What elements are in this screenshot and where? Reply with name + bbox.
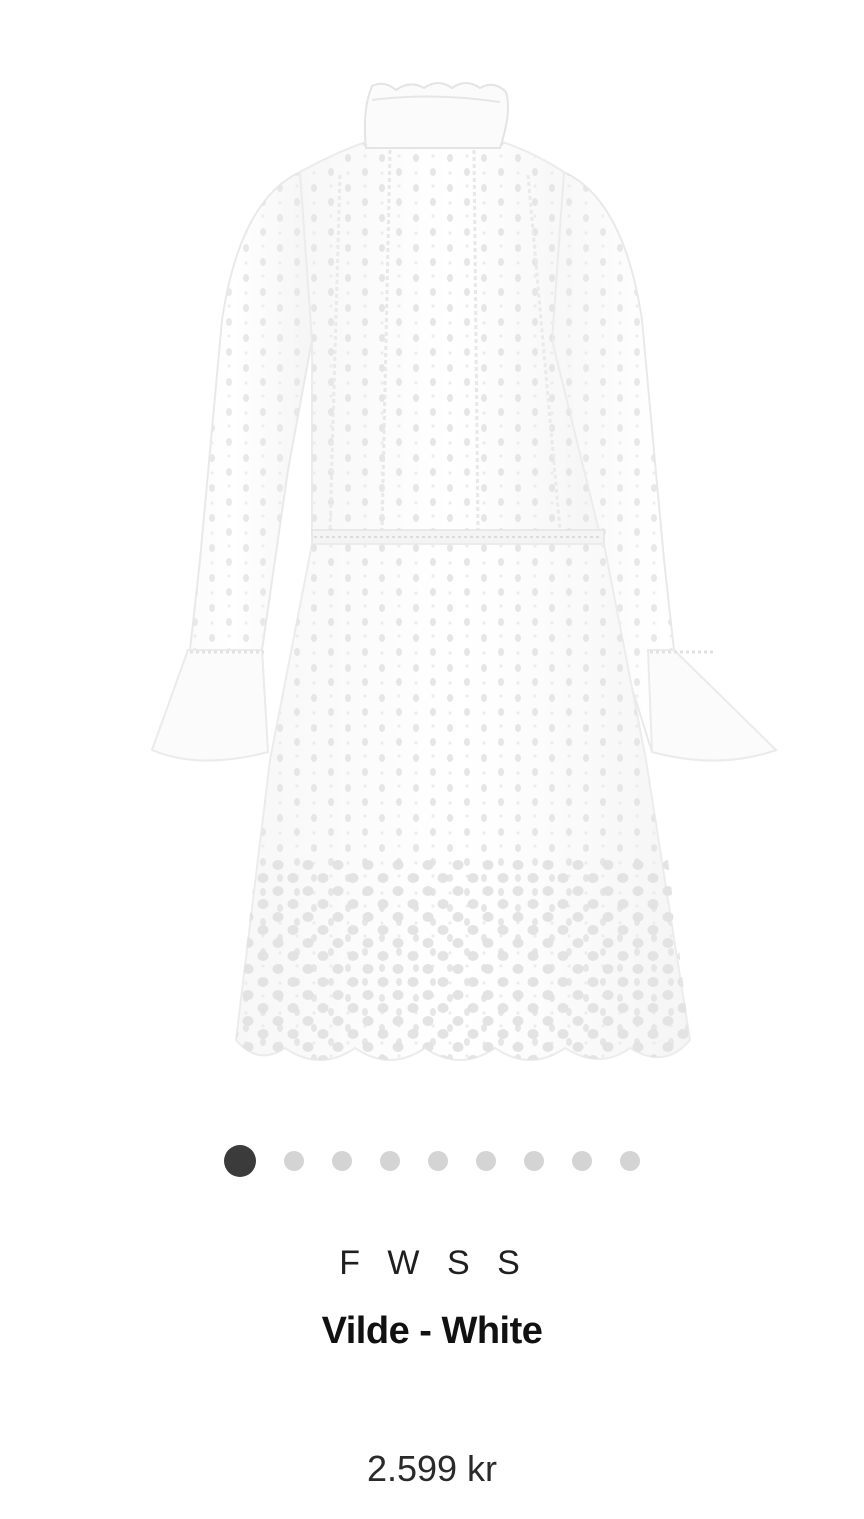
carousel-dot-4[interactable]: [380, 1151, 400, 1171]
carousel-dot-2[interactable]: [284, 1151, 304, 1171]
carousel-dot-7[interactable]: [524, 1151, 544, 1171]
carousel-dot-9[interactable]: [620, 1151, 640, 1171]
carousel-dot-6[interactable]: [476, 1151, 496, 1171]
carousel-dot-5[interactable]: [428, 1151, 448, 1171]
product-price: 2.599 kr: [366, 1448, 498, 1489]
brand-name[interactable]: F W S S: [0, 1244, 864, 1283]
carousel-dot-8[interactable]: [572, 1151, 592, 1171]
dress-collar: [363, 82, 509, 149]
product-image[interactable]: [0, 0, 864, 1110]
product-title: Vilde - White: [321, 1310, 543, 1352]
image-carousel-dots: [0, 1144, 864, 1178]
carousel-dot-3[interactable]: [332, 1151, 352, 1171]
carousel-dot-1[interactable]: [224, 1145, 256, 1177]
